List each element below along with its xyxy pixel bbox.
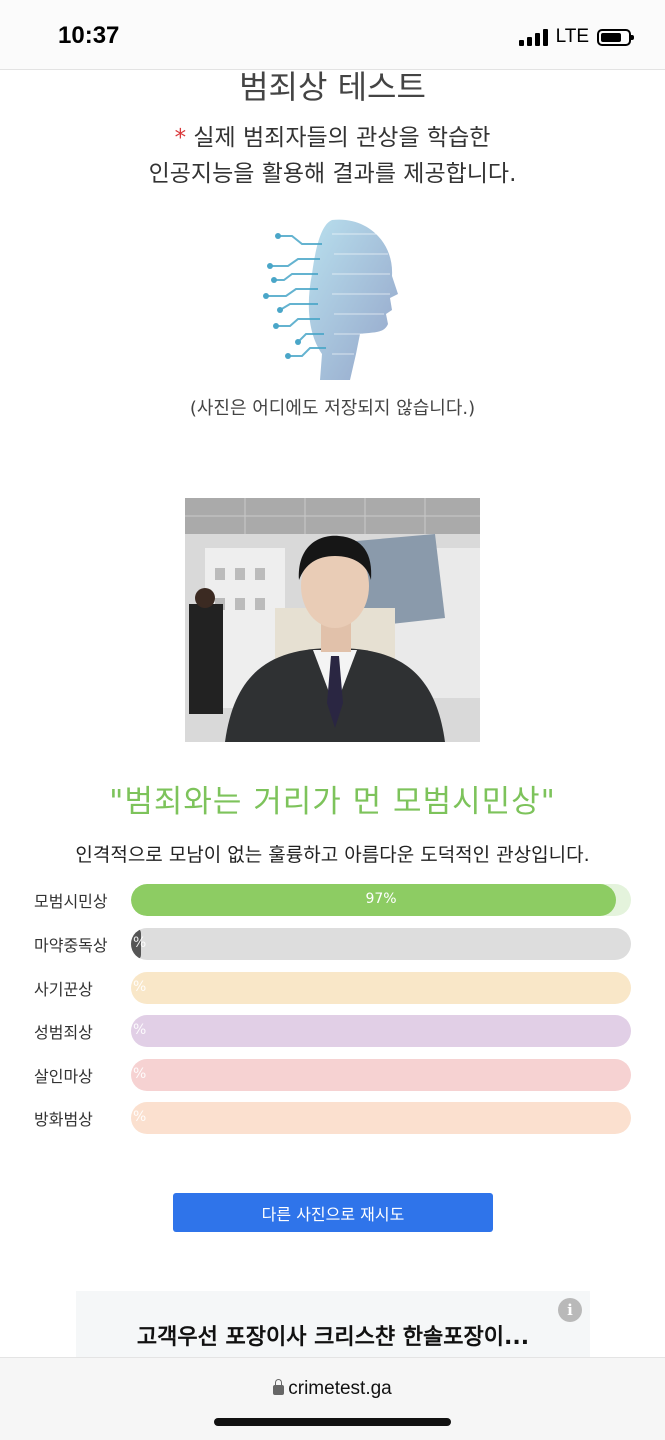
bar-track: % xyxy=(131,1059,631,1091)
url-bar[interactable]: crimetest.ga xyxy=(0,1357,665,1440)
bar-track: % xyxy=(131,1102,631,1134)
url-row[interactable]: crimetest.ga xyxy=(0,1378,665,1400)
status-indicators: LTE xyxy=(518,26,634,48)
bar-row-model-citizen: 모범시민상 97% xyxy=(0,882,665,916)
uploaded-photo xyxy=(185,498,480,742)
ad-banner[interactable]: 고객우선 포장이사 크리스챤 한솔포장이... xyxy=(76,1291,590,1357)
bar-row-murder: 살인마상 % xyxy=(0,1057,665,1091)
bar-percent: % xyxy=(133,979,147,995)
info-icon[interactable]: i xyxy=(558,1298,582,1322)
result-description: 인격적으로 모남이 없는 훌륭하고 아름다운 도덕적인 관상입니다. xyxy=(75,844,590,866)
subtitle: * 실제 범죄자들의 관상을 학습한 인공지능을 활용해 결과를 제공합니다. xyxy=(0,120,665,192)
bar-label: 모범시민상 xyxy=(34,892,108,911)
subtitle-line-1: 실제 범죄자들의 관상을 학습한 xyxy=(193,125,491,151)
bar-row-drug-addict: 마약중독상 % xyxy=(0,926,665,960)
status-time: 10:37 xyxy=(58,22,120,49)
ad-text[interactable]: 고객우선 포장이사 크리스챤 한솔포장이... xyxy=(76,1319,590,1351)
bar-percent: % xyxy=(133,1109,147,1125)
lock-icon xyxy=(273,1379,285,1395)
retry-button[interactable]: 다른 사진으로 재시도 xyxy=(173,1193,493,1232)
bar-percent: % xyxy=(133,935,147,951)
asterisk: * xyxy=(174,125,187,151)
home-indicator[interactable] xyxy=(214,1418,451,1426)
bar-row-sex-crime: 성범죄상 % xyxy=(0,1013,665,1047)
page-title: 범죄상 테스트 xyxy=(239,68,426,106)
bar-label: 방화범상 xyxy=(34,1110,93,1129)
url-text[interactable]: crimetest.ga xyxy=(288,1378,391,1399)
bar-percent: 97% xyxy=(365,891,397,907)
bar-row-fraud: 사기꾼상 % xyxy=(0,970,665,1004)
bar-label: 성범죄상 xyxy=(34,1023,93,1042)
bar-label: 마약중독상 xyxy=(34,936,108,955)
bar-label: 살인마상 xyxy=(34,1067,93,1086)
privacy-note: (사진은 어디에도 저장되지 않습니다.) xyxy=(189,398,476,419)
bar-percent: % xyxy=(133,1066,147,1082)
bar-track: % xyxy=(131,928,631,960)
bar-row-arson: 방화범상 % xyxy=(0,1100,665,1134)
status-bar: 10:37 LTE xyxy=(0,0,665,70)
battery-icon xyxy=(597,28,634,46)
bar-percent: % xyxy=(133,1022,147,1038)
subtitle-line-2: 인공지능을 활용해 결과를 제공합니다. xyxy=(148,161,517,187)
network-type: LTE xyxy=(555,26,589,47)
result-title: "범죄와는 거리가 먼 모범시민상" xyxy=(109,784,556,820)
signal-icon xyxy=(518,28,548,46)
bar-track: % xyxy=(131,1015,631,1047)
bar-track: % xyxy=(131,972,631,1004)
bar-label: 사기꾼상 xyxy=(34,980,93,999)
ai-face-icon xyxy=(262,214,402,382)
bar-track: 97% xyxy=(131,884,631,916)
